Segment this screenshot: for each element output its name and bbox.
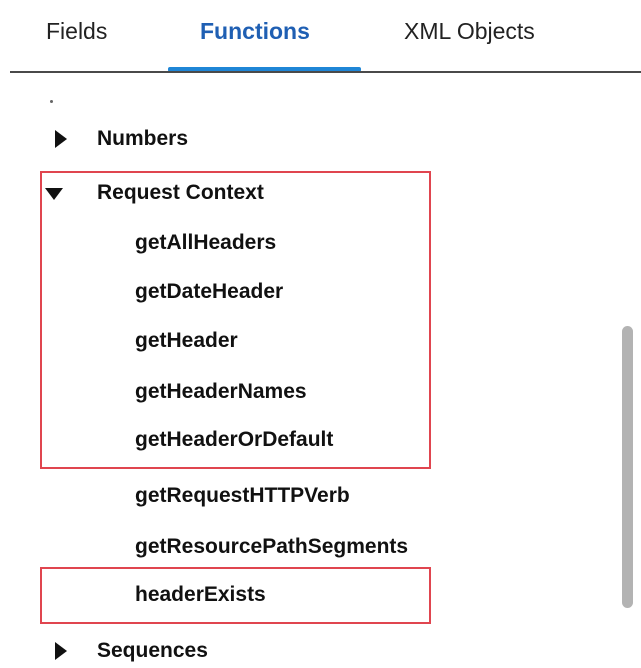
category-label: Numbers: [97, 127, 189, 150]
vertical-scrollbar[interactable]: [622, 326, 633, 608]
functions-panel: Fields Functions XML Objects Numbers Req…: [0, 0, 641, 668]
function-item-getheadernames[interactable]: getHeaderNames: [0, 374, 600, 410]
function-label: getResourcePathSegments: [135, 535, 409, 558]
caret-right-icon[interactable]: [55, 642, 67, 660]
function-label: getHeaderNames: [135, 380, 307, 403]
function-label: getAllHeaders: [135, 231, 277, 254]
tab-functions[interactable]: Functions: [200, 14, 310, 48]
function-label: getRequestHTTPVerb: [135, 484, 350, 507]
function-label: getHeader: [135, 329, 238, 352]
tab-xml-objects[interactable]: XML Objects: [404, 14, 535, 48]
category-label: Request Context: [97, 181, 264, 204]
function-item-getallheaders[interactable]: getAllHeaders: [0, 225, 600, 261]
tree-category-numbers[interactable]: Numbers: [0, 121, 600, 157]
function-item-getresourcepathsegments[interactable]: getResourcePathSegments: [0, 529, 600, 565]
category-label: Sequences: [97, 639, 208, 662]
function-item-getrequesthttpverb[interactable]: getRequestHTTPVerb: [0, 478, 600, 514]
tree-category-request-context[interactable]: Request Context: [0, 175, 600, 211]
tab-bar: Fields Functions XML Objects: [0, 0, 641, 74]
caret-down-icon[interactable]: [45, 188, 63, 200]
function-item-headerexists[interactable]: headerExists: [0, 577, 600, 613]
tree-category-sequences[interactable]: Sequences: [0, 633, 600, 668]
function-item-getheaderordefault[interactable]: getHeaderOrDefault: [0, 422, 600, 458]
function-label: getHeaderOrDefault: [135, 428, 334, 451]
function-label: getDateHeader: [135, 280, 284, 303]
caret-right-icon[interactable]: [55, 130, 67, 148]
function-item-getdateheader[interactable]: getDateHeader: [0, 274, 600, 310]
function-item-getheader[interactable]: getHeader: [0, 323, 600, 359]
scroll-remnant-dot: [50, 100, 53, 103]
function-label: headerExists: [135, 583, 266, 606]
tab-fields[interactable]: Fields: [46, 14, 107, 48]
tab-divider: [10, 71, 641, 73]
